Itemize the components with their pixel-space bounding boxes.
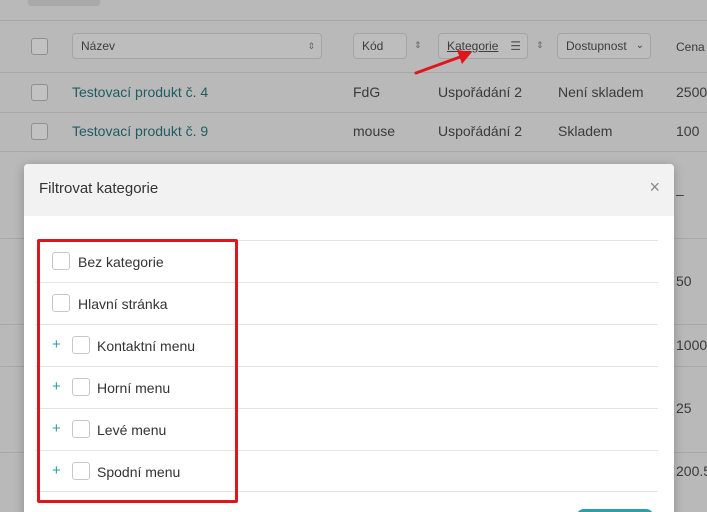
product-price: 50 xyxy=(676,273,692,289)
product-availability: Skladem xyxy=(558,123,613,139)
table-divider xyxy=(0,72,707,73)
product-availability: Není skladem xyxy=(558,84,644,100)
product-code: FdG xyxy=(353,84,381,100)
modal-header: Filtrovat kategorie × xyxy=(24,164,674,216)
product-price: – xyxy=(676,186,684,202)
table-divider xyxy=(0,151,707,152)
list-icon: ☰ xyxy=(510,39,521,53)
sort-icon[interactable]: ⇕ xyxy=(307,34,315,58)
product-name-link[interactable]: Testovací produkt č. 9 xyxy=(72,123,208,139)
product-code: mouse xyxy=(353,123,396,139)
code-filter-placeholder: Kód xyxy=(362,39,384,53)
name-filter-placeholder: Název xyxy=(81,39,116,53)
chevron-down-icon: ⌄ xyxy=(635,40,644,51)
availability-filter-label: Dostupnost xyxy=(566,39,627,53)
price-column-header: Cena xyxy=(676,40,705,54)
table-divider xyxy=(0,20,707,21)
modal-title: Filtrovat kategorie xyxy=(39,180,159,197)
product-name-link[interactable]: Testovací produkt č. 4 xyxy=(72,84,208,100)
availability-filter-select[interactable]: Dostupnost ⌄ xyxy=(557,33,651,59)
name-filter-input[interactable]: Název ⇕ xyxy=(72,33,322,59)
close-icon[interactable]: × xyxy=(649,178,660,196)
product-price: 25 xyxy=(676,400,692,416)
row-checkbox[interactable] xyxy=(31,123,48,140)
select-all-checkbox[interactable] xyxy=(31,38,48,55)
toolbar-button[interactable] xyxy=(28,0,100,6)
product-price: 200.5 xyxy=(676,463,707,479)
table-divider xyxy=(0,112,707,113)
annotation-arrow xyxy=(414,50,472,75)
product-price: 2500 xyxy=(676,84,707,100)
product-category: Uspořádání 2 xyxy=(438,84,523,100)
annotation-highlight-box xyxy=(37,239,238,503)
code-filter-input[interactable]: Kód xyxy=(353,33,407,59)
product-category: Uspořádání 2 xyxy=(438,123,523,139)
product-price: 1000 xyxy=(676,337,707,353)
product-price: 100 xyxy=(676,123,700,139)
sort-icon[interactable]: ⇕ xyxy=(536,40,544,51)
row-checkbox[interactable] xyxy=(31,84,48,101)
